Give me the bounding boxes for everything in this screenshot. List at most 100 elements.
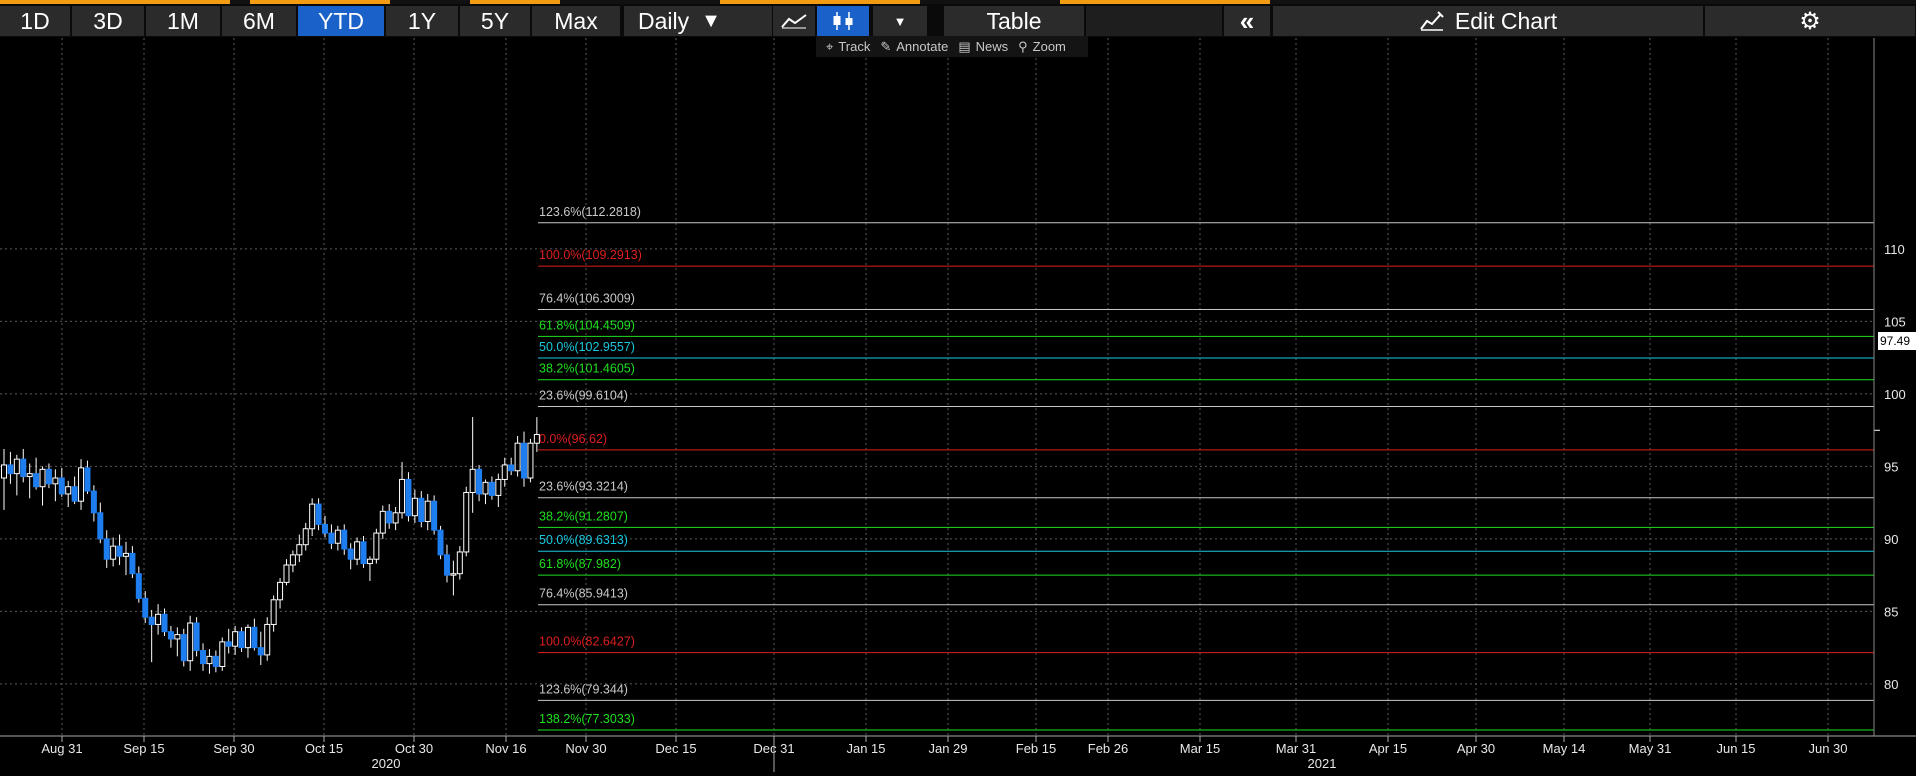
candle-body bbox=[251, 626, 258, 649]
candle-body bbox=[257, 647, 264, 656]
fib-level-label: 61.8%(104.4509) bbox=[539, 318, 635, 332]
crosshair-icon: ⌖ bbox=[826, 38, 834, 54]
candle-body bbox=[277, 581, 284, 601]
x-tick-label: Mar 31 bbox=[1276, 741, 1316, 756]
y-tick-label: 95 bbox=[1884, 459, 1898, 474]
x-tick-label: Jan 29 bbox=[928, 741, 967, 756]
fib-level-label: 23.6%(99.6104) bbox=[539, 389, 628, 403]
candle-body bbox=[238, 631, 245, 649]
candle-body bbox=[527, 442, 534, 479]
candle-body bbox=[296, 544, 303, 556]
x-tick-label: Jun 30 bbox=[1808, 741, 1847, 756]
candle-body bbox=[135, 573, 142, 599]
candle-body bbox=[508, 464, 515, 472]
fib-level-label: 138.2%(77.3033) bbox=[539, 712, 635, 726]
candle-body bbox=[90, 490, 97, 514]
candle-body bbox=[514, 442, 521, 472]
y-tick-label: 100 bbox=[1884, 387, 1906, 402]
candle-body bbox=[328, 532, 335, 544]
candle-body bbox=[244, 626, 251, 649]
x-tick-label: Oct 30 bbox=[395, 741, 433, 756]
year-label: 2020 bbox=[372, 756, 401, 771]
x-tick-label: Apr 30 bbox=[1457, 741, 1495, 756]
candle-body bbox=[366, 558, 373, 565]
x-tick-label: Dec 15 bbox=[655, 741, 696, 756]
x-tick-label: Sep 15 bbox=[123, 741, 164, 756]
candle-body bbox=[456, 551, 463, 575]
x-tick-label: Nov 30 bbox=[565, 741, 606, 756]
candle-body bbox=[450, 573, 457, 576]
x-tick-label: Nov 16 bbox=[485, 741, 526, 756]
candle-body bbox=[7, 464, 14, 475]
candle-body bbox=[71, 486, 78, 502]
candle-body bbox=[405, 478, 412, 517]
candle-body bbox=[347, 548, 354, 560]
candle-body bbox=[78, 467, 85, 502]
candle-body bbox=[232, 631, 239, 647]
news-label: News bbox=[975, 39, 1009, 54]
candle-body bbox=[334, 529, 341, 544]
news-tool[interactable]: ▤ News bbox=[958, 39, 1008, 55]
fib-level-label: 23.6%(93.3214) bbox=[539, 480, 628, 494]
candle-body bbox=[200, 650, 207, 665]
candle-body bbox=[219, 641, 226, 667]
candle-body bbox=[386, 510, 393, 524]
candle-body bbox=[264, 623, 271, 656]
candle-body bbox=[84, 467, 91, 492]
candle-body bbox=[354, 541, 361, 560]
price-chart[interactable]: Aug 31 Sep 15 Sep 30 Oct 15 Oct 30 Nov 16 Nov … bbox=[0, 0, 1916, 776]
candle-body bbox=[110, 545, 117, 560]
candle-body bbox=[97, 512, 104, 540]
y-tick-label: 80 bbox=[1884, 677, 1898, 692]
news-icon: ▤ bbox=[958, 38, 971, 54]
x-tick-label: Aug 31 bbox=[41, 741, 82, 756]
candle-body bbox=[1, 464, 7, 479]
y-tick-label: 90 bbox=[1884, 532, 1898, 547]
fib-level-label: 100.0%(109.2913) bbox=[539, 248, 642, 262]
track-tool[interactable]: ⌖ Track bbox=[826, 39, 870, 55]
candle-body bbox=[463, 491, 470, 553]
candle-body bbox=[411, 497, 418, 517]
x-tick-label: May 14 bbox=[1543, 741, 1586, 756]
candle-body bbox=[302, 528, 309, 546]
candle-body bbox=[33, 473, 40, 488]
candle-body bbox=[103, 538, 110, 560]
candle-body bbox=[373, 532, 380, 560]
track-label: Track bbox=[838, 39, 871, 54]
x-tick-label: Apr 15 bbox=[1369, 741, 1407, 756]
candle-body bbox=[174, 634, 181, 640]
annotate-tool[interactable]: ✎ Annotate bbox=[880, 39, 948, 55]
candle-body bbox=[283, 564, 290, 583]
candle-body bbox=[418, 497, 425, 522]
candle-body bbox=[193, 622, 200, 652]
candle-body bbox=[180, 634, 187, 662]
zoom-tool[interactable]: ⚲ Zoom bbox=[1018, 39, 1066, 55]
candle-body bbox=[206, 655, 213, 665]
candle-body bbox=[322, 523, 328, 534]
candle-body bbox=[488, 481, 495, 496]
candle-body bbox=[482, 481, 489, 495]
fib-level-label: 76.4%(85.9413) bbox=[539, 587, 628, 601]
fib-level-label: 100.0%(82.6427) bbox=[539, 635, 635, 649]
candle-body bbox=[495, 478, 502, 496]
y-tick-label: 105 bbox=[1884, 314, 1906, 329]
candle-body bbox=[437, 529, 444, 556]
candle-body bbox=[58, 477, 65, 495]
x-tick-label: Jan 15 bbox=[846, 741, 885, 756]
chart-subtoolbar: ⌖ Track ✎ Annotate ▤ News ⚲ Zoom bbox=[816, 36, 1088, 57]
candle-body bbox=[476, 468, 483, 495]
candle-body bbox=[212, 655, 219, 667]
zoom-label: Zoom bbox=[1032, 39, 1066, 54]
candle-body bbox=[424, 500, 431, 522]
fib-level-label: 123.6%(79.344) bbox=[539, 682, 628, 696]
candle-body bbox=[431, 500, 438, 531]
x-tick-label: Oct 15 bbox=[305, 741, 343, 756]
candle-body bbox=[142, 597, 149, 618]
candle-body bbox=[187, 622, 194, 662]
candle-body bbox=[167, 631, 174, 640]
x-tick-label: Feb 15 bbox=[1016, 741, 1056, 756]
candle-body bbox=[315, 503, 322, 525]
candle-body bbox=[379, 510, 386, 534]
fib-level-label: 0.0%(96.62) bbox=[539, 432, 607, 446]
candle-body bbox=[360, 541, 367, 565]
